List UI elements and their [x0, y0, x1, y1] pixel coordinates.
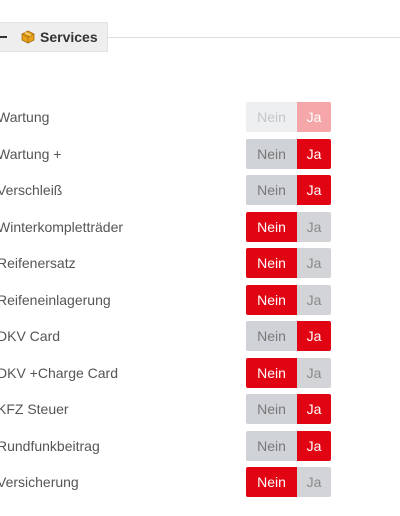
toggle-option-ja[interactable]: Ja — [297, 467, 331, 497]
service-toggle[interactable]: Nein Ja — [246, 358, 331, 388]
toggle-option-ja[interactable]: Ja — [297, 139, 331, 169]
services-section-tab[interactable]: Services — [0, 22, 108, 52]
toggle-option-nein: Nein — [246, 102, 297, 132]
service-label: DKV +Charge Card — [0, 365, 119, 381]
toggle-option-nein[interactable]: Nein — [246, 212, 297, 242]
toggle-option-ja[interactable]: Ja — [297, 285, 331, 315]
service-row: Reifenersatz Nein Ja — [0, 248, 400, 278]
service-row: DKV Card Nein Ja — [0, 321, 400, 351]
service-row: Wartung + Nein Ja — [0, 139, 400, 169]
toggle-option-nein[interactable]: Nein — [246, 285, 297, 315]
service-toggle[interactable]: Nein Ja — [246, 212, 331, 242]
service-row: DKV +Charge Card Nein Ja — [0, 358, 400, 388]
toggle-option-nein[interactable]: Nein — [246, 175, 297, 205]
service-toggle[interactable]: Nein Ja — [246, 139, 331, 169]
service-toggle[interactable]: Nein Ja — [246, 431, 331, 461]
service-label: Wartung — [0, 109, 50, 125]
service-label: Winterkompletträder — [0, 219, 124, 235]
toggle-option-ja: Ja — [297, 102, 331, 132]
toggle-option-ja[interactable]: Ja — [297, 212, 331, 242]
service-row: Versicherung Nein Ja — [0, 467, 400, 497]
service-label: Reifeneinlagerung — [0, 292, 111, 308]
service-row: Winterkompletträder Nein Ja — [0, 212, 400, 242]
service-row: Rundfunkbeitrag Nein Ja — [0, 431, 400, 461]
service-row: Verschleiß Nein Ja — [0, 175, 400, 205]
collapse-icon[interactable] — [0, 36, 7, 38]
toggle-option-ja[interactable]: Ja — [297, 358, 331, 388]
toggle-option-nein[interactable]: Nein — [246, 358, 297, 388]
service-label: DKV Card — [0, 328, 61, 344]
toggle-option-ja[interactable]: Ja — [297, 248, 331, 278]
service-row: KFZ Steuer Nein Ja — [0, 394, 400, 424]
service-toggle[interactable]: Nein Ja — [246, 285, 331, 315]
service-toggle[interactable]: Nein Ja — [246, 175, 331, 205]
service-toggle[interactable]: Nein Ja — [246, 321, 331, 351]
toggle-option-ja[interactable]: Ja — [297, 175, 331, 205]
section-divider — [100, 37, 400, 38]
service-toggle[interactable]: Nein Ja — [246, 467, 331, 497]
toggle-option-ja[interactable]: Ja — [297, 431, 331, 461]
service-label: Wartung + — [0, 146, 62, 162]
service-toggle: Nein Ja — [246, 102, 331, 132]
section-title: Services — [40, 29, 98, 45]
toggle-option-ja[interactable]: Ja — [297, 321, 331, 351]
service-toggle[interactable]: Nein Ja — [246, 394, 331, 424]
toggle-option-nein[interactable]: Nein — [246, 431, 297, 461]
service-label: Verschleiß — [0, 182, 63, 198]
service-label: KFZ Steuer — [0, 401, 69, 417]
service-label: Reifenersatz — [0, 255, 76, 271]
toggle-option-nein[interactable]: Nein — [246, 321, 297, 351]
service-label: Versicherung — [0, 474, 79, 490]
service-toggle[interactable]: Nein Ja — [246, 248, 331, 278]
service-row: Wartung Nein Ja — [0, 102, 400, 132]
toggle-option-nein[interactable]: Nein — [246, 248, 297, 278]
package-icon — [21, 30, 35, 44]
toggle-option-nein[interactable]: Nein — [246, 394, 297, 424]
toggle-option-ja[interactable]: Ja — [297, 394, 331, 424]
toggle-option-nein[interactable]: Nein — [246, 139, 297, 169]
toggle-option-nein[interactable]: Nein — [246, 467, 297, 497]
services-section-header: Services — [0, 22, 400, 52]
service-row: Reifeneinlagerung Nein Ja — [0, 285, 400, 315]
service-label: Rundfunkbeitrag — [0, 438, 100, 454]
